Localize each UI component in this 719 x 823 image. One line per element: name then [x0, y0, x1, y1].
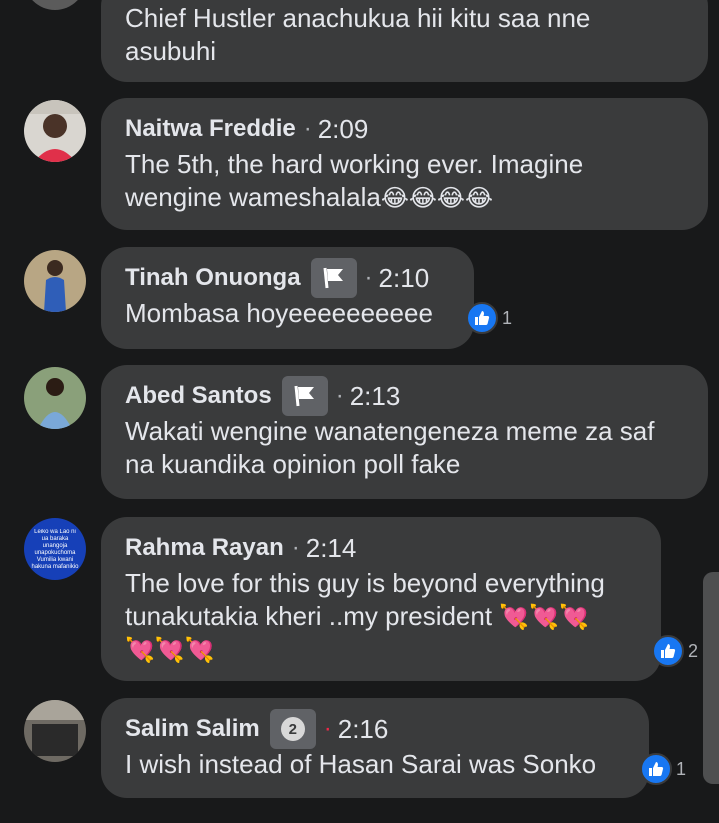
comment-bubble: Chief Hustler anachukua hii kitu saa nne… — [101, 0, 708, 82]
comment-time[interactable]: 2:09 — [318, 114, 369, 145]
like-icon — [652, 635, 684, 667]
comment-text-line: tunakutakia kheri ..my president 💘💘💘 — [125, 600, 639, 634]
reaction-number: 1 — [502, 307, 513, 328]
comment-bubble: Salim Salim 2 · 2:16 I wish instead of H… — [101, 698, 649, 798]
comment-time[interactable]: 2:14 — [306, 533, 357, 564]
heart-arrow-emoji-icons: 💘💘💘 — [499, 603, 589, 631]
commenter-name[interactable]: Abed Santos — [125, 382, 272, 410]
avatar[interactable] — [24, 700, 86, 762]
rank-badge-icon[interactable]: 2 — [269, 709, 316, 749]
comment-text: The love for this guy is beyond everythi… — [125, 567, 639, 667]
flag-icon[interactable] — [281, 376, 328, 416]
commenter-name[interactable]: Salim Salim — [125, 715, 260, 743]
comment-time[interactable]: 2:10 — [379, 263, 430, 294]
comment-bubble: Rahma Rayan · 2:14 The love for this guy… — [101, 517, 661, 681]
avatar[interactable]: Leiko wa Lao ni ua baraka unangoja unapo… — [24, 518, 86, 580]
comment-text-line: The love for this guy is beyond everythi… — [125, 568, 605, 598]
laughing-emoji-icons: 😂😂😂😂 — [380, 184, 493, 212]
reaction-number: 2 — [688, 640, 699, 661]
commenter-name[interactable]: Rahma Rayan — [125, 534, 284, 562]
reaction-number: 1 — [676, 758, 687, 779]
commenter-name[interactable]: Tinah Onuonga — [125, 264, 301, 292]
avatar[interactable] — [24, 0, 86, 10]
separator-dot: · — [335, 382, 344, 409]
heart-arrow-emoji-icons: 💘💘💘 — [125, 636, 215, 664]
reaction-count[interactable]: 2 — [652, 635, 698, 667]
comment-bubble: Naitwa Freddie · 2:09 The 5th, the hard … — [101, 98, 708, 230]
comment-bubble: Abed Santos · 2:13 Wakati wengine wanate… — [101, 365, 708, 499]
comment-text: Mombasa hoyeeeeeeeeee — [125, 298, 433, 328]
comment-bubble: Tinah Onuonga · 2:10 Mombasa hoyeeeeeeee… — [101, 247, 474, 349]
separator-dot: · — [303, 115, 312, 142]
comment-text: Chief Hustler anachukua hii kitu saa nne… — [125, 3, 591, 66]
comment-text-body: The 5th, the hard working ever. Imagine … — [125, 149, 584, 212]
comment-text: Wakati wengine wanatengeneza meme za saf… — [125, 416, 655, 479]
comment-text-body: tunakutakia kheri ..my president — [125, 601, 493, 631]
flag-icon[interactable] — [310, 258, 357, 298]
avatar[interactable] — [24, 250, 86, 312]
like-icon — [466, 302, 498, 334]
separator-dot: · — [323, 715, 332, 742]
like-icon — [640, 753, 672, 785]
reaction-count[interactable]: 1 — [640, 753, 686, 785]
avatar[interactable] — [24, 100, 86, 162]
reaction-count[interactable]: 1 — [466, 302, 512, 334]
commenter-name[interactable]: Naitwa Freddie — [125, 115, 296, 143]
separator-dot: · — [364, 264, 373, 291]
separator-dot: · — [291, 534, 300, 561]
comment-text: The 5th, the hard working ever. Imagine … — [125, 148, 625, 215]
avatar-caption: Leiko wa Lao ni ua baraka unangoja unapo… — [31, 529, 79, 569]
rank-badge-number: 2 — [280, 717, 305, 741]
comment-text: I wish instead of Hasan Sarai was Sonko — [125, 749, 597, 779]
comment-time[interactable]: 2:16 — [338, 714, 389, 745]
avatar[interactable] — [24, 367, 86, 429]
comment-time[interactable]: 2:13 — [350, 381, 401, 412]
scrollbar[interactable] — [703, 572, 719, 784]
